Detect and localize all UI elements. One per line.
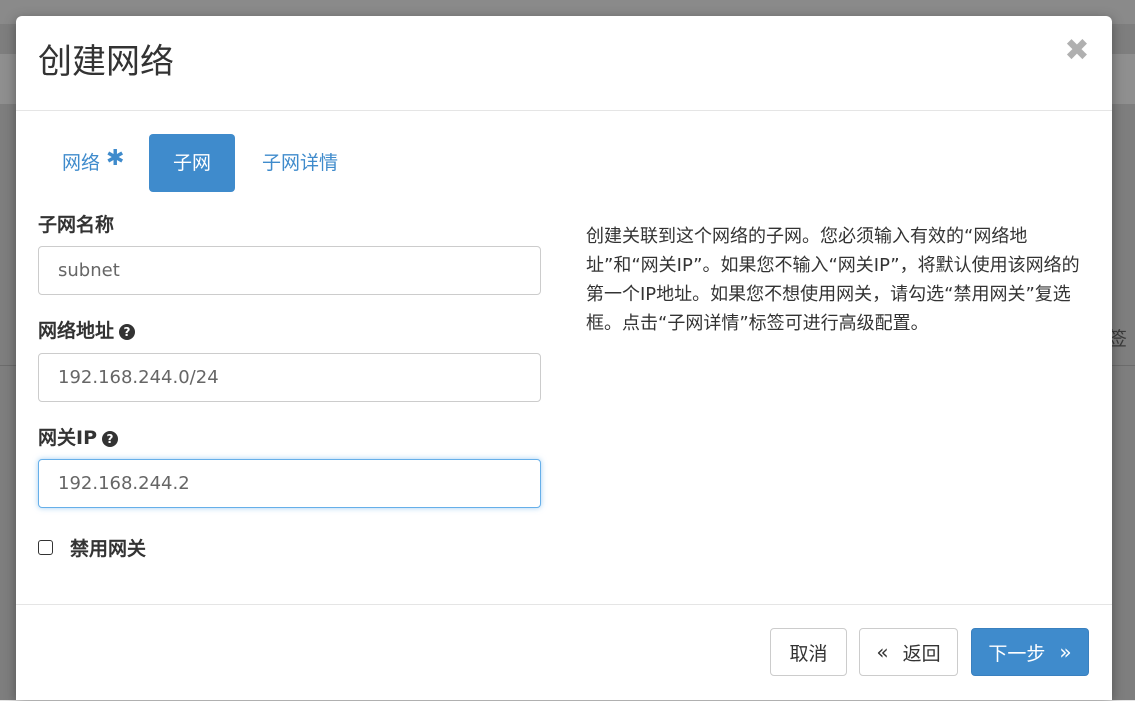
subnet-name-label: 子网名称 [38,214,115,236]
network-address-input[interactable] [38,353,541,402]
network-address-label-text: 网络地址 [38,320,115,342]
double-chevron-left-icon: « [876,640,889,664]
back-button[interactable]: « 返回 [859,628,958,676]
create-network-modal: 创建网络 ✖ 网络✱ 子网 子网详情 子网名称 网络地址? 网关IP? 禁用网关… [16,16,1112,700]
modal-header: 创建网络 ✖ [16,16,1112,111]
tab-network-label: 网络 [62,152,101,174]
tab-subnet-details[interactable]: 子网详情 [262,134,338,192]
double-chevron-right-icon: » [1059,640,1072,664]
cancel-button[interactable]: 取消 [770,628,847,676]
gateway-ip-label: 网关IP? [38,423,118,450]
question-circle-icon[interactable]: ? [119,324,136,340]
required-asterisk-icon: ✱ [106,146,125,171]
tab-subnet[interactable]: 子网 [149,134,235,192]
subnet-help-text: 创建关联到这个网络的子网。您必须输入有效的“网络地址”和“网关IP”。如果您不输… [586,226,1080,334]
back-button-label: 返回 [902,642,941,665]
next-button[interactable]: 下一步 » [971,628,1089,676]
disable-gateway-label[interactable]: 禁用网关 [70,534,146,561]
disable-gateway-row: 禁用网关 [38,534,146,560]
tab-network[interactable]: 网络 ✱ [62,134,124,192]
network-address-label: 网络地址? [38,316,136,343]
close-icon[interactable]: ✖ [1062,36,1092,66]
modal-title: 创建网络 [38,42,174,82]
gateway-ip-input[interactable] [38,459,541,508]
question-circle-icon[interactable]: ? [102,431,118,447]
modal-footer: 取消 « 返回 下一步 » [16,604,1112,701]
subnet-name-input[interactable] [38,246,541,295]
gateway-ip-label-text: 网关IP [38,427,97,449]
disable-gateway-checkbox[interactable] [38,539,53,555]
next-button-label: 下一步 [988,642,1046,665]
